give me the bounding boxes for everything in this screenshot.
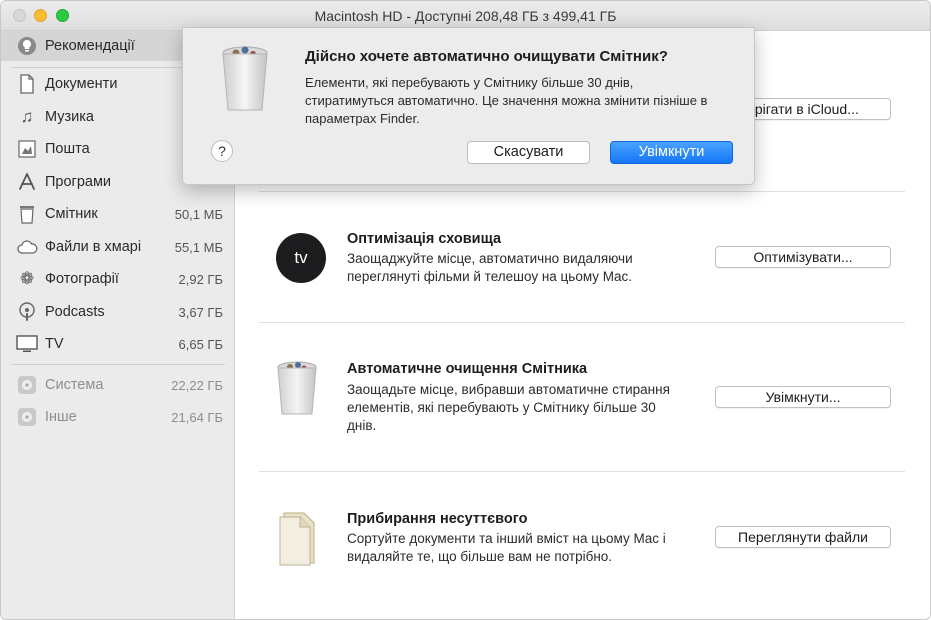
section-divider — [259, 322, 905, 323]
sidebar-item-size: 22,22 ГБ — [171, 378, 223, 393]
trash-can-icon — [219, 44, 271, 114]
apple-tv-icon-label: tv — [294, 248, 308, 267]
optimize-storage-title: Оптимізація сховища — [347, 231, 502, 247]
sidebar-item-size: 3,67 ГБ — [178, 305, 223, 320]
trash-icon — [15, 203, 39, 225]
podcast-icon — [15, 301, 39, 323]
cancel-button[interactable]: Скасувати — [467, 141, 590, 164]
sidebar-item-size: 50,1 МБ — [174, 207, 223, 222]
sidebar-item-cloud-files[interactable]: Файли в хмарі 55,1 МБ — [1, 232, 235, 262]
sidebar-item-podcasts[interactable]: Podcasts 3,67 ГБ — [1, 297, 235, 327]
sidebar-item-label: Інше — [45, 409, 77, 425]
music-note-icon: ♫ — [20, 107, 34, 126]
apple-tv-icon: tv — [276, 233, 326, 283]
sidebar-item-label: Музика — [45, 109, 94, 125]
help-button[interactable]: ? — [211, 140, 233, 162]
sidebar-item-other: Інше 21,64 ГБ — [1, 402, 235, 432]
cloud-icon — [15, 236, 39, 258]
sidebar-item-photos[interactable]: ❁ Фотографії 2,92 ГБ — [1, 264, 235, 294]
enable-button[interactable]: Увімкнути — [610, 141, 733, 164]
sidebar-item-size: 21,64 ГБ — [171, 410, 223, 425]
tv-icon — [15, 333, 39, 355]
other-disk-icon — [15, 406, 39, 428]
sidebar-item-label: Рекомендації — [45, 38, 135, 54]
dialog-title: Дійсно хочете автоматично очищувати Сміт… — [305, 48, 668, 65]
sidebar-item-label: Podcasts — [45, 304, 105, 320]
sidebar-item-label: Документи — [45, 76, 118, 92]
sidebar-item-system: Система 22,22 ГБ — [1, 370, 235, 400]
sidebar-item-label: Файли в хмарі — [45, 239, 142, 255]
photos-flower-icon: ❁ — [19, 269, 35, 288]
enable-auto-empty-button[interactable]: Увімкнути... — [715, 386, 891, 408]
sidebar-item-label: TV — [45, 336, 64, 352]
dialog-message: Елементи, які перебувають у Смітнику біл… — [305, 75, 708, 126]
sidebar-divider — [11, 364, 225, 365]
mail-stamp-icon — [15, 138, 39, 160]
review-files-button[interactable]: Переглянути файли — [715, 526, 891, 548]
section-divider — [259, 471, 905, 472]
sidebar-item-label: Пошта — [45, 141, 90, 157]
window-title: Macintosh HD - Доступні 208,48 ГБ з 499,… — [314, 8, 617, 24]
storage-management-window: Macintosh HD - Доступні 208,48 ГБ з 499,… — [0, 0, 931, 620]
reduce-clutter-description: Сортуйте документи та інший вміст на цьо… — [347, 531, 666, 564]
section-divider — [259, 191, 905, 192]
sidebar-item-label: Смітник — [45, 206, 98, 222]
reduce-clutter-title: Прибирання несуттєвого — [347, 511, 528, 527]
optimize-storage-description: Заощаджуйте місце, автоматично видаляючи… — [347, 251, 633, 284]
sidebar-item-tv[interactable]: TV 6,65 ГБ — [1, 329, 235, 359]
document-icon — [15, 73, 39, 95]
sidebar-item-label: Фотографії — [45, 271, 119, 287]
sidebar-item-size: 2,92 ГБ — [178, 272, 223, 287]
sidebar-item-size: 6,65 ГБ — [178, 337, 223, 352]
apps-icon — [15, 171, 39, 193]
sidebar-item-trash[interactable]: Смітник 50,1 МБ — [1, 199, 235, 229]
auto-empty-trash-description: Заощадьте місце, вибравши автоматичне ст… — [347, 382, 670, 433]
sidebar-item-label: Система — [45, 377, 104, 393]
trash-can-icon — [274, 359, 326, 417]
sidebar-item-label: Програми — [45, 174, 112, 190]
confirm-auto-empty-dialog: Дійсно хочете автоматично очищувати Сміт… — [182, 27, 755, 185]
documents-icon — [274, 509, 326, 567]
lightbulb-icon — [15, 35, 39, 57]
auto-empty-trash-title: Автоматичне очищення Смітника — [347, 361, 588, 377]
optimize-button[interactable]: Оптимізувати... — [715, 246, 891, 268]
sidebar-item-size: 55,1 МБ — [174, 240, 223, 255]
system-disk-icon — [15, 374, 39, 396]
